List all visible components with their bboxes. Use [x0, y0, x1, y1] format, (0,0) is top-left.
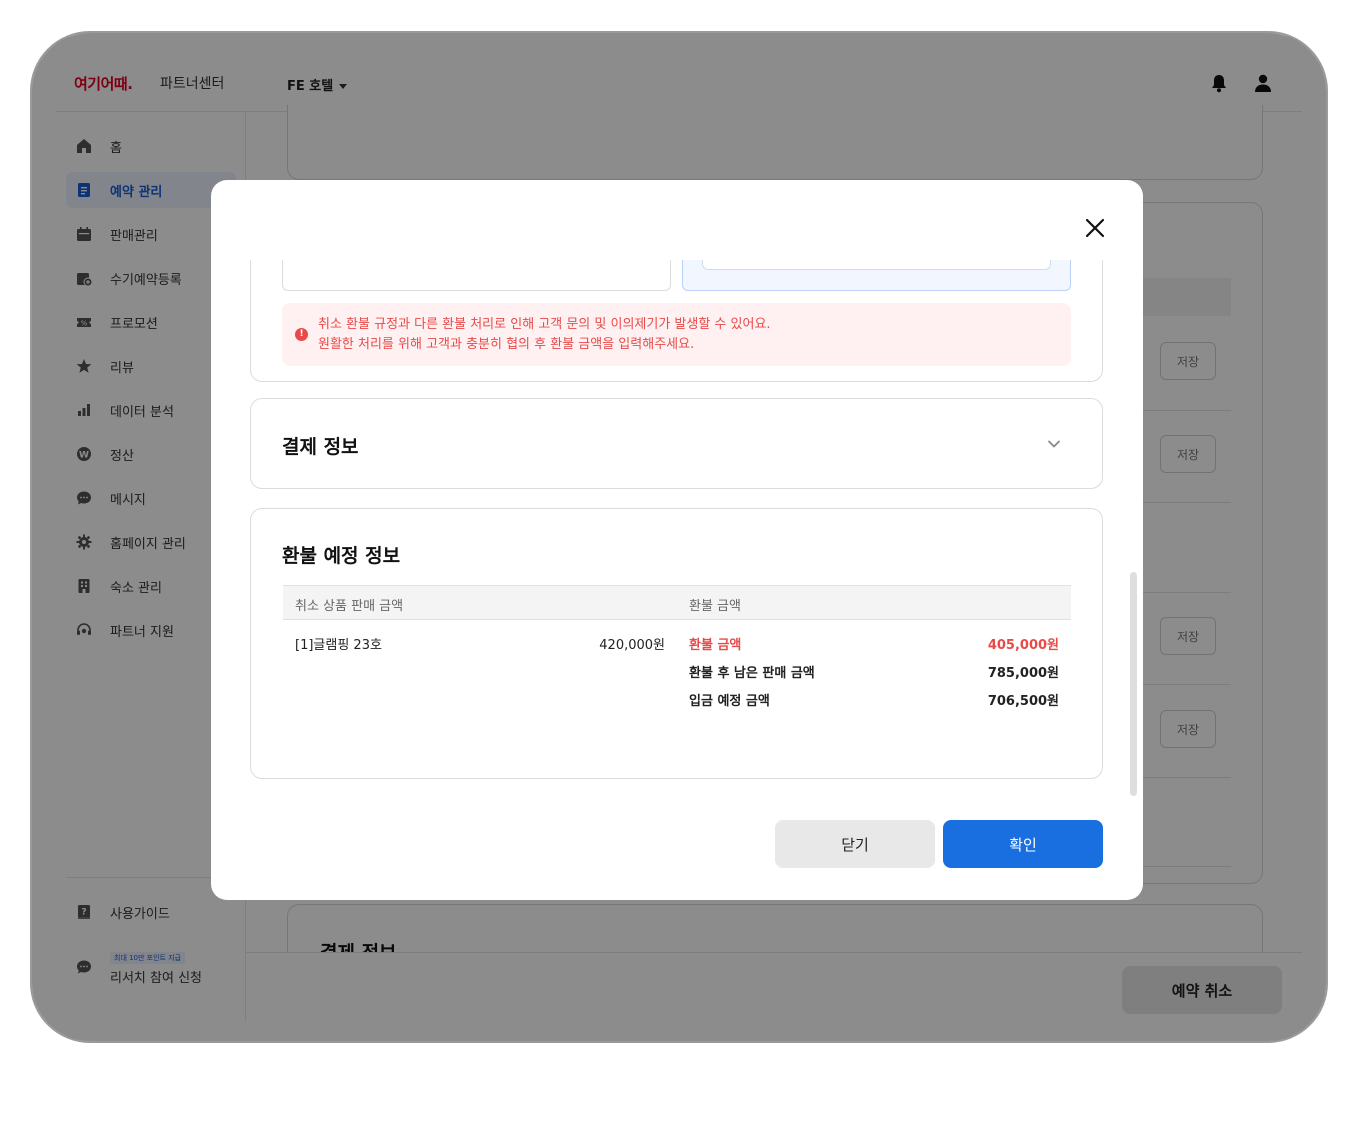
refund-modal: ! 취소 환불 규정과 다른 환불 처리로 인해 고객 문의 및 이의제기가 발… [211, 180, 1143, 900]
product-name: [1]글램핑 23호 [295, 638, 382, 653]
table-header: 취소 상품 판매 금액 환불 금액 [283, 585, 1071, 620]
col-refund-header: 환불 금액 [689, 599, 741, 614]
deposit-value: 706,500원 [987, 694, 1059, 709]
refund-estimate-section: 환불 예정 정보 취소 상품 판매 금액 환불 금액 [1]글램핑 23호 42… [250, 508, 1103, 779]
chevron-down-icon[interactable] [1046, 436, 1062, 456]
warning-line-1: 취소 환불 규정과 다른 환불 처리로 인해 고객 문의 및 이의제기가 발생할… [318, 317, 771, 332]
product-amount: 420,000원 [599, 638, 665, 653]
modal-scrollbar[interactable] [1130, 572, 1137, 796]
close-icon[interactable] [1081, 214, 1109, 242]
warning-text: 취소 환불 규정과 다른 환불 처리로 인해 고객 문의 및 이의제기가 발생할… [318, 315, 771, 355]
warning-line-2: 원활한 처리를 위해 고객과 충분히 협의 후 환불 금액을 입력해주세요. [318, 337, 695, 352]
warning-box: ! 취소 환불 규정과 다른 환불 처리로 인해 고객 문의 및 이의제기가 발… [282, 303, 1071, 366]
refund-amount-label: 환불 금액 [689, 638, 742, 653]
product-amount-box [282, 260, 671, 291]
refund-table: 취소 상품 판매 금액 환불 금액 [1]글램핑 23호 420,000원 환불… [283, 585, 1071, 709]
close-button[interactable]: 닫기 [775, 820, 935, 868]
remaining-sales-label: 환불 후 남은 판매 금액 [689, 666, 815, 681]
alert-icon: ! [295, 328, 308, 341]
modal-scroll-area: ! 취소 환불 규정과 다른 환불 처리로 인해 고객 문의 및 이의제기가 발… [211, 260, 1143, 860]
col-product-header: 취소 상품 판매 금액 [295, 599, 404, 614]
payment-info-title: 결제 정보 [282, 436, 359, 458]
refund-amount-value: 405,000원 [987, 638, 1059, 653]
payment-info-section[interactable]: 결제 정보 [250, 398, 1103, 489]
refund-amount-input[interactable] [702, 260, 1051, 270]
remaining-sales-value: 785,000원 [987, 666, 1059, 681]
confirm-button[interactable]: 확인 [943, 820, 1103, 868]
refund-amount-box [682, 260, 1071, 291]
refund-estimate-title: 환불 예정 정보 [282, 545, 401, 567]
deposit-label: 입금 예정 금액 [689, 694, 770, 709]
